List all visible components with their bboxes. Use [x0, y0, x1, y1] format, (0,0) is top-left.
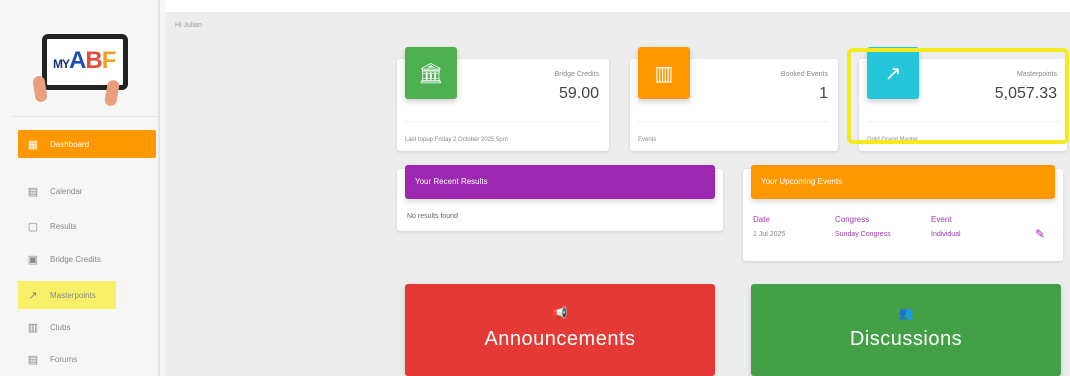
column-header-congress: Congress [835, 215, 870, 224]
column-header-date: Date [753, 215, 770, 224]
sidebar-item-label: Forums [50, 354, 78, 364]
events-icon: ▥ [638, 47, 690, 99]
sidebar-item-label: Clubs [50, 322, 71, 332]
trending-up-icon: ↗ [28, 289, 38, 302]
booked-events-footer[interactable]: Events [638, 137, 656, 143]
highlight-annotation [847, 48, 1069, 144]
forums-icon: ▤ [27, 353, 39, 366]
edit-pencil-icon[interactable]: ✎ [1035, 227, 1045, 241]
sidebar-item-dashboard[interactable]: ▦ Dashboard [18, 130, 156, 158]
card-divider [638, 121, 830, 122]
booked-events-label: Booked Events [780, 71, 828, 78]
bridge-credits-footer[interactable]: Last topup Friday 2 October 2025 5pm [405, 137, 508, 143]
group-icon: 👥 [898, 306, 914, 320]
bridge-credits-value: 59.00 [558, 85, 599, 102]
bank-icon: 🏛 [405, 47, 457, 99]
discussions-tile[interactable]: 👥 Discussions [751, 284, 1061, 376]
sidebar-divider [12, 116, 160, 117]
announcements-title: Announcements [484, 328, 636, 350]
bridge-credits-card[interactable]: 🏛 Bridge Credits 59.00 Last topup Friday… [397, 47, 609, 151]
recent-results-header: Your Recent Results [405, 165, 715, 199]
dashboard-icon: ▦ [27, 138, 39, 151]
sidebar: MYABF ▦ Dashboard ▤ Calendar ▢ Results ▣… [0, 0, 165, 376]
main-content: Hi Julian 🏛 Bridge Credits 59.00 Last to… [165, 12, 1070, 376]
sidebar-item-forums[interactable]: ▤ Forums [18, 345, 156, 373]
sidebar-item-clubs[interactable]: ▥ Clubs [18, 313, 156, 341]
recent-results-empty: No results found [407, 213, 458, 220]
sidebar-item-calendar[interactable]: ▤ Calendar [18, 177, 156, 205]
column-header-event: Event [931, 215, 952, 224]
discussions-title: Discussions [849, 328, 963, 350]
event-date: 1 Jul 2025 [753, 231, 786, 238]
sidebar-item-label: Results [50, 221, 77, 231]
breadcrumb: Hi Julian [175, 22, 202, 29]
booked-events-value: 1 [819, 85, 828, 102]
sidebar-item-masterpoints[interactable]: ↗ Masterpoints [18, 281, 116, 309]
sidebar-item-label: Dashboard [50, 139, 90, 149]
card-divider [405, 121, 601, 122]
sidebar-separator [158, 0, 160, 376]
myabf-logo[interactable]: MYABF [30, 28, 135, 108]
credits-icon: ▣ [27, 253, 39, 266]
booked-events-card[interactable]: ▥ Booked Events 1 Events [630, 47, 838, 151]
sidebar-item-label: Masterpoints [50, 290, 96, 300]
clubs-icon: ▥ [27, 321, 39, 334]
event-congress-link[interactable]: Sunday Congress [835, 231, 891, 238]
announcements-tile[interactable]: 📢 Announcements [405, 284, 715, 376]
sidebar-item-label: Bridge Credits [50, 254, 101, 264]
event-name-link[interactable]: Individual [931, 231, 961, 238]
upcoming-events-header: Your Upcoming Events [751, 165, 1055, 199]
upcoming-events-card: Your Upcoming Events Date Congress Event… [743, 165, 1063, 261]
recent-results-card: Your Recent Results No results found [397, 165, 723, 231]
bridge-credits-label: Bridge Credits [554, 71, 599, 78]
megaphone-icon: 📢 [552, 306, 568, 320]
logo-text: MYABF [53, 47, 116, 74]
sidebar-item-results[interactable]: ▢ Results [18, 212, 156, 240]
calendar-icon: ▤ [27, 185, 39, 198]
sidebar-item-label: Calendar [50, 186, 83, 196]
sidebar-item-bridge-credits[interactable]: ▣ Bridge Credits [18, 245, 156, 273]
results-icon: ▢ [27, 220, 39, 233]
